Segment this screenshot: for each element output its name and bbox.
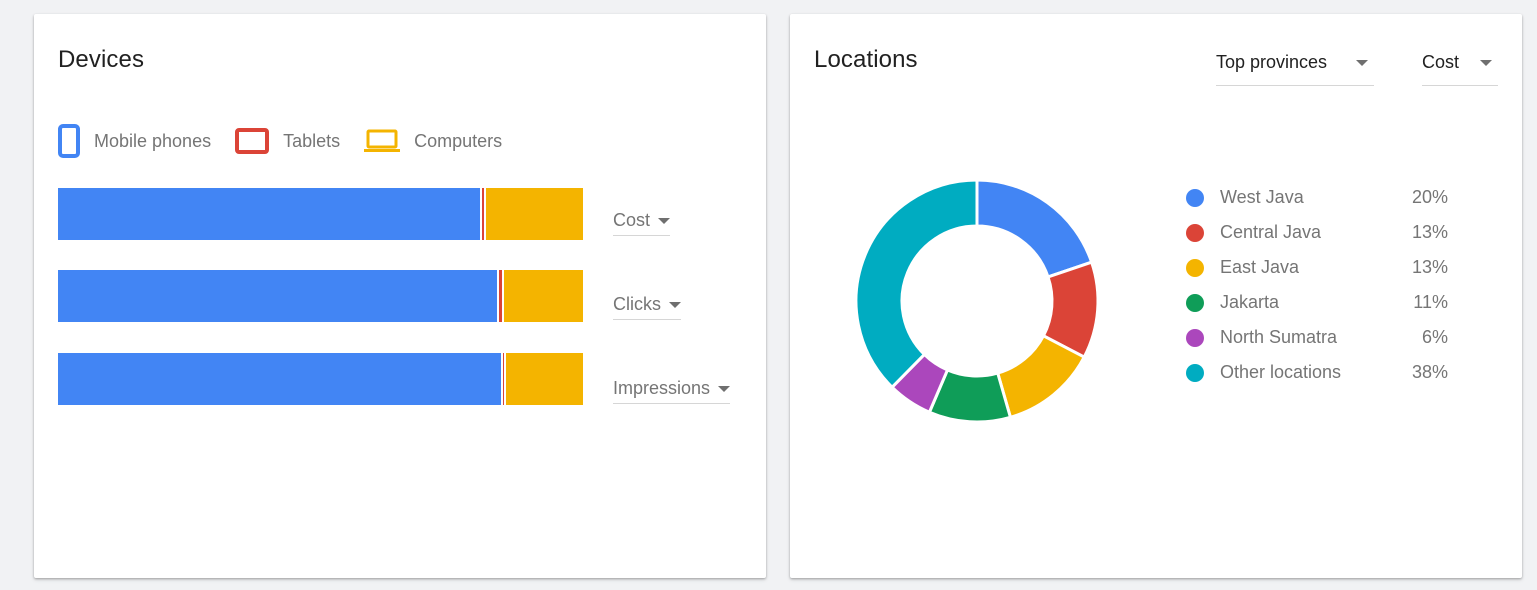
location-share: 13% xyxy=(1411,257,1448,277)
legend-label-tablet: Tablets xyxy=(283,130,341,151)
legend-row[interactable]: Central Java 13% xyxy=(1186,215,1448,250)
bar-segment-computer[interactable] xyxy=(501,270,583,322)
metric-dropdown-value: Clicks xyxy=(613,294,661,314)
stacked-bar-cost xyxy=(58,188,583,240)
location-metric-value: Cost xyxy=(1422,52,1460,72)
bar-segment-mobile[interactable] xyxy=(58,353,502,405)
bar-segment-computer[interactable] xyxy=(484,188,583,240)
donut-slice-other-locations[interactable] xyxy=(854,178,979,390)
caret-down-icon xyxy=(718,385,731,392)
location-name: West Java xyxy=(1220,187,1304,207)
metric-dropdown-impressions[interactable]: Impressions xyxy=(613,378,731,404)
legend-row[interactable]: Jakarta 11% xyxy=(1186,285,1448,320)
locations-title: Locations xyxy=(814,46,918,73)
location-name: East Java xyxy=(1220,257,1300,277)
legend-row[interactable]: North Sumatra 6% xyxy=(1186,320,1448,355)
stacked-bar-clicks xyxy=(58,270,583,322)
caret-down-icon xyxy=(669,301,681,308)
tablet-icon xyxy=(235,128,270,154)
legend-item-computer[interactable]: Computers xyxy=(364,129,502,153)
devices-title: Devices xyxy=(58,46,145,73)
caret-down-icon xyxy=(658,217,671,224)
legend-row[interactable]: Other locations 38% xyxy=(1186,355,1448,390)
caret-down-icon xyxy=(1356,59,1368,66)
location-metric-dropdown[interactable]: Cost xyxy=(1422,52,1498,86)
legend-dot-icon xyxy=(1186,293,1204,312)
donut-slice-west-java[interactable] xyxy=(975,178,1094,279)
legend-dot-icon xyxy=(1186,363,1204,382)
location-share: 6% xyxy=(1421,327,1448,347)
devices-legend: Mobile phones Tablets Computers xyxy=(58,124,526,158)
smartphone-icon xyxy=(58,124,80,158)
legend-item-mobile[interactable]: Mobile phones xyxy=(58,124,211,158)
laptop-icon xyxy=(364,129,401,153)
legend-label-computer: Computers xyxy=(414,130,503,151)
location-share: 38% xyxy=(1411,362,1448,382)
region-dropdown[interactable]: Top provinces xyxy=(1216,52,1374,86)
legend-item-tablet[interactable]: Tablets xyxy=(235,128,340,154)
locations-donut-chart xyxy=(854,178,1100,424)
bar-segment-mobile[interactable] xyxy=(58,270,497,322)
metric-dropdown-value: Cost xyxy=(613,210,651,230)
legend-dot-icon xyxy=(1186,223,1204,242)
metric-dropdown-value: Impressions xyxy=(613,378,711,398)
legend-dot-icon xyxy=(1186,258,1204,277)
locations-legend: West Java 20% Central Java 13% East Java 13% J… xyxy=(1186,180,1448,390)
bar-segment-mobile[interactable] xyxy=(58,188,481,240)
locations-card: Locations Top provinces Cost West Java 20… xyxy=(790,14,1522,578)
location-name: North Sumatra xyxy=(1220,327,1338,347)
location-name: Other locations xyxy=(1220,362,1342,382)
location-name: Jakarta xyxy=(1220,292,1280,312)
legend-dot-icon xyxy=(1186,188,1204,207)
legend-row[interactable]: East Java 13% xyxy=(1186,250,1448,285)
caret-down-icon xyxy=(1480,59,1492,66)
legend-label-mobile: Mobile phones xyxy=(94,130,212,151)
legend-row[interactable]: West Java 20% xyxy=(1186,180,1448,215)
bar-segment-computer[interactable] xyxy=(503,353,583,405)
metric-dropdown-cost[interactable]: Cost xyxy=(613,210,671,236)
region-dropdown-value: Top provinces xyxy=(1216,52,1328,72)
metric-dropdown-clicks[interactable]: Clicks xyxy=(613,294,681,320)
location-share: 13% xyxy=(1411,222,1448,242)
legend-dot-icon xyxy=(1186,328,1204,347)
location-share: 11% xyxy=(1413,292,1448,312)
devices-card: Devices Mobile phones Tablets Computers … xyxy=(34,14,766,578)
stacked-bar-impressions xyxy=(58,353,583,405)
location-share: 20% xyxy=(1411,187,1448,207)
location-name: Central Java xyxy=(1220,222,1322,242)
